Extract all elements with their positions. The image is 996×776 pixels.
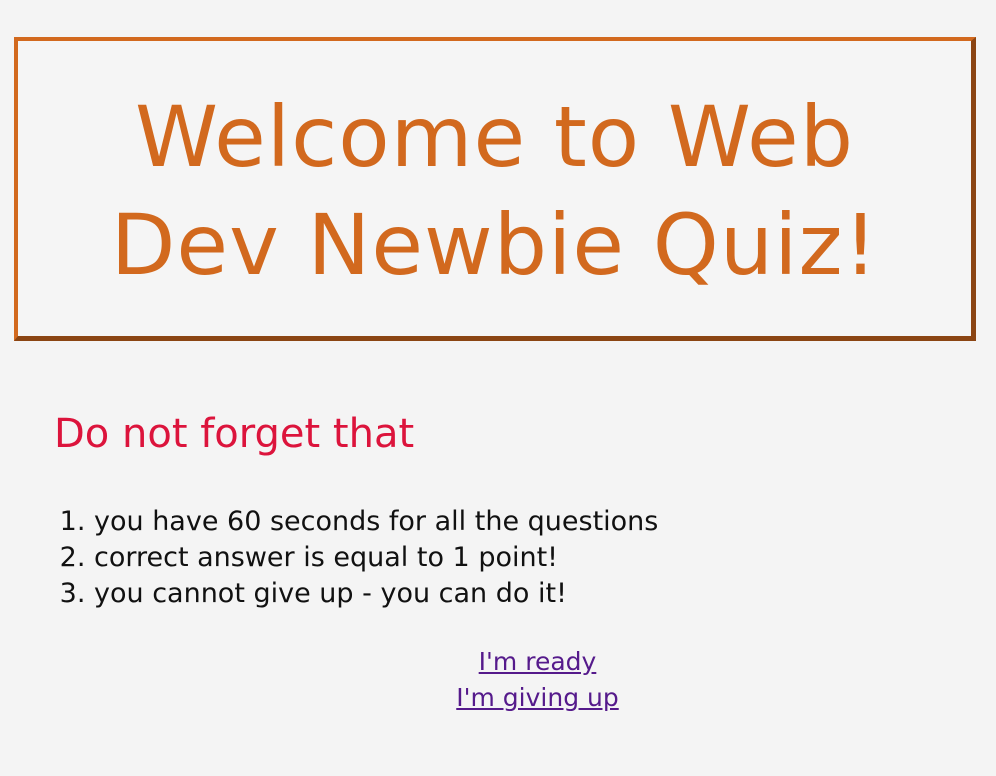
reminder-heading: Do not forget that [54,411,415,457]
action-links: I'm ready I'm giving up [0,644,996,716]
give-up-link[interactable]: I'm giving up [456,683,618,712]
rule-item-time-limit: you have 60 seconds for all the question… [94,504,658,540]
rules-list: you have 60 seconds for all the question… [56,504,658,612]
page-title: Welcome to Web Dev Newbie Quiz! [110,87,879,294]
title-banner: Welcome to Web Dev Newbie Quiz! [14,37,976,341]
ready-link[interactable]: I'm ready [479,647,597,676]
rule-item-no-giving-up: you cannot give up - you can do it! [94,576,658,612]
rule-item-scoring: correct answer is equal to 1 point! [94,540,658,576]
